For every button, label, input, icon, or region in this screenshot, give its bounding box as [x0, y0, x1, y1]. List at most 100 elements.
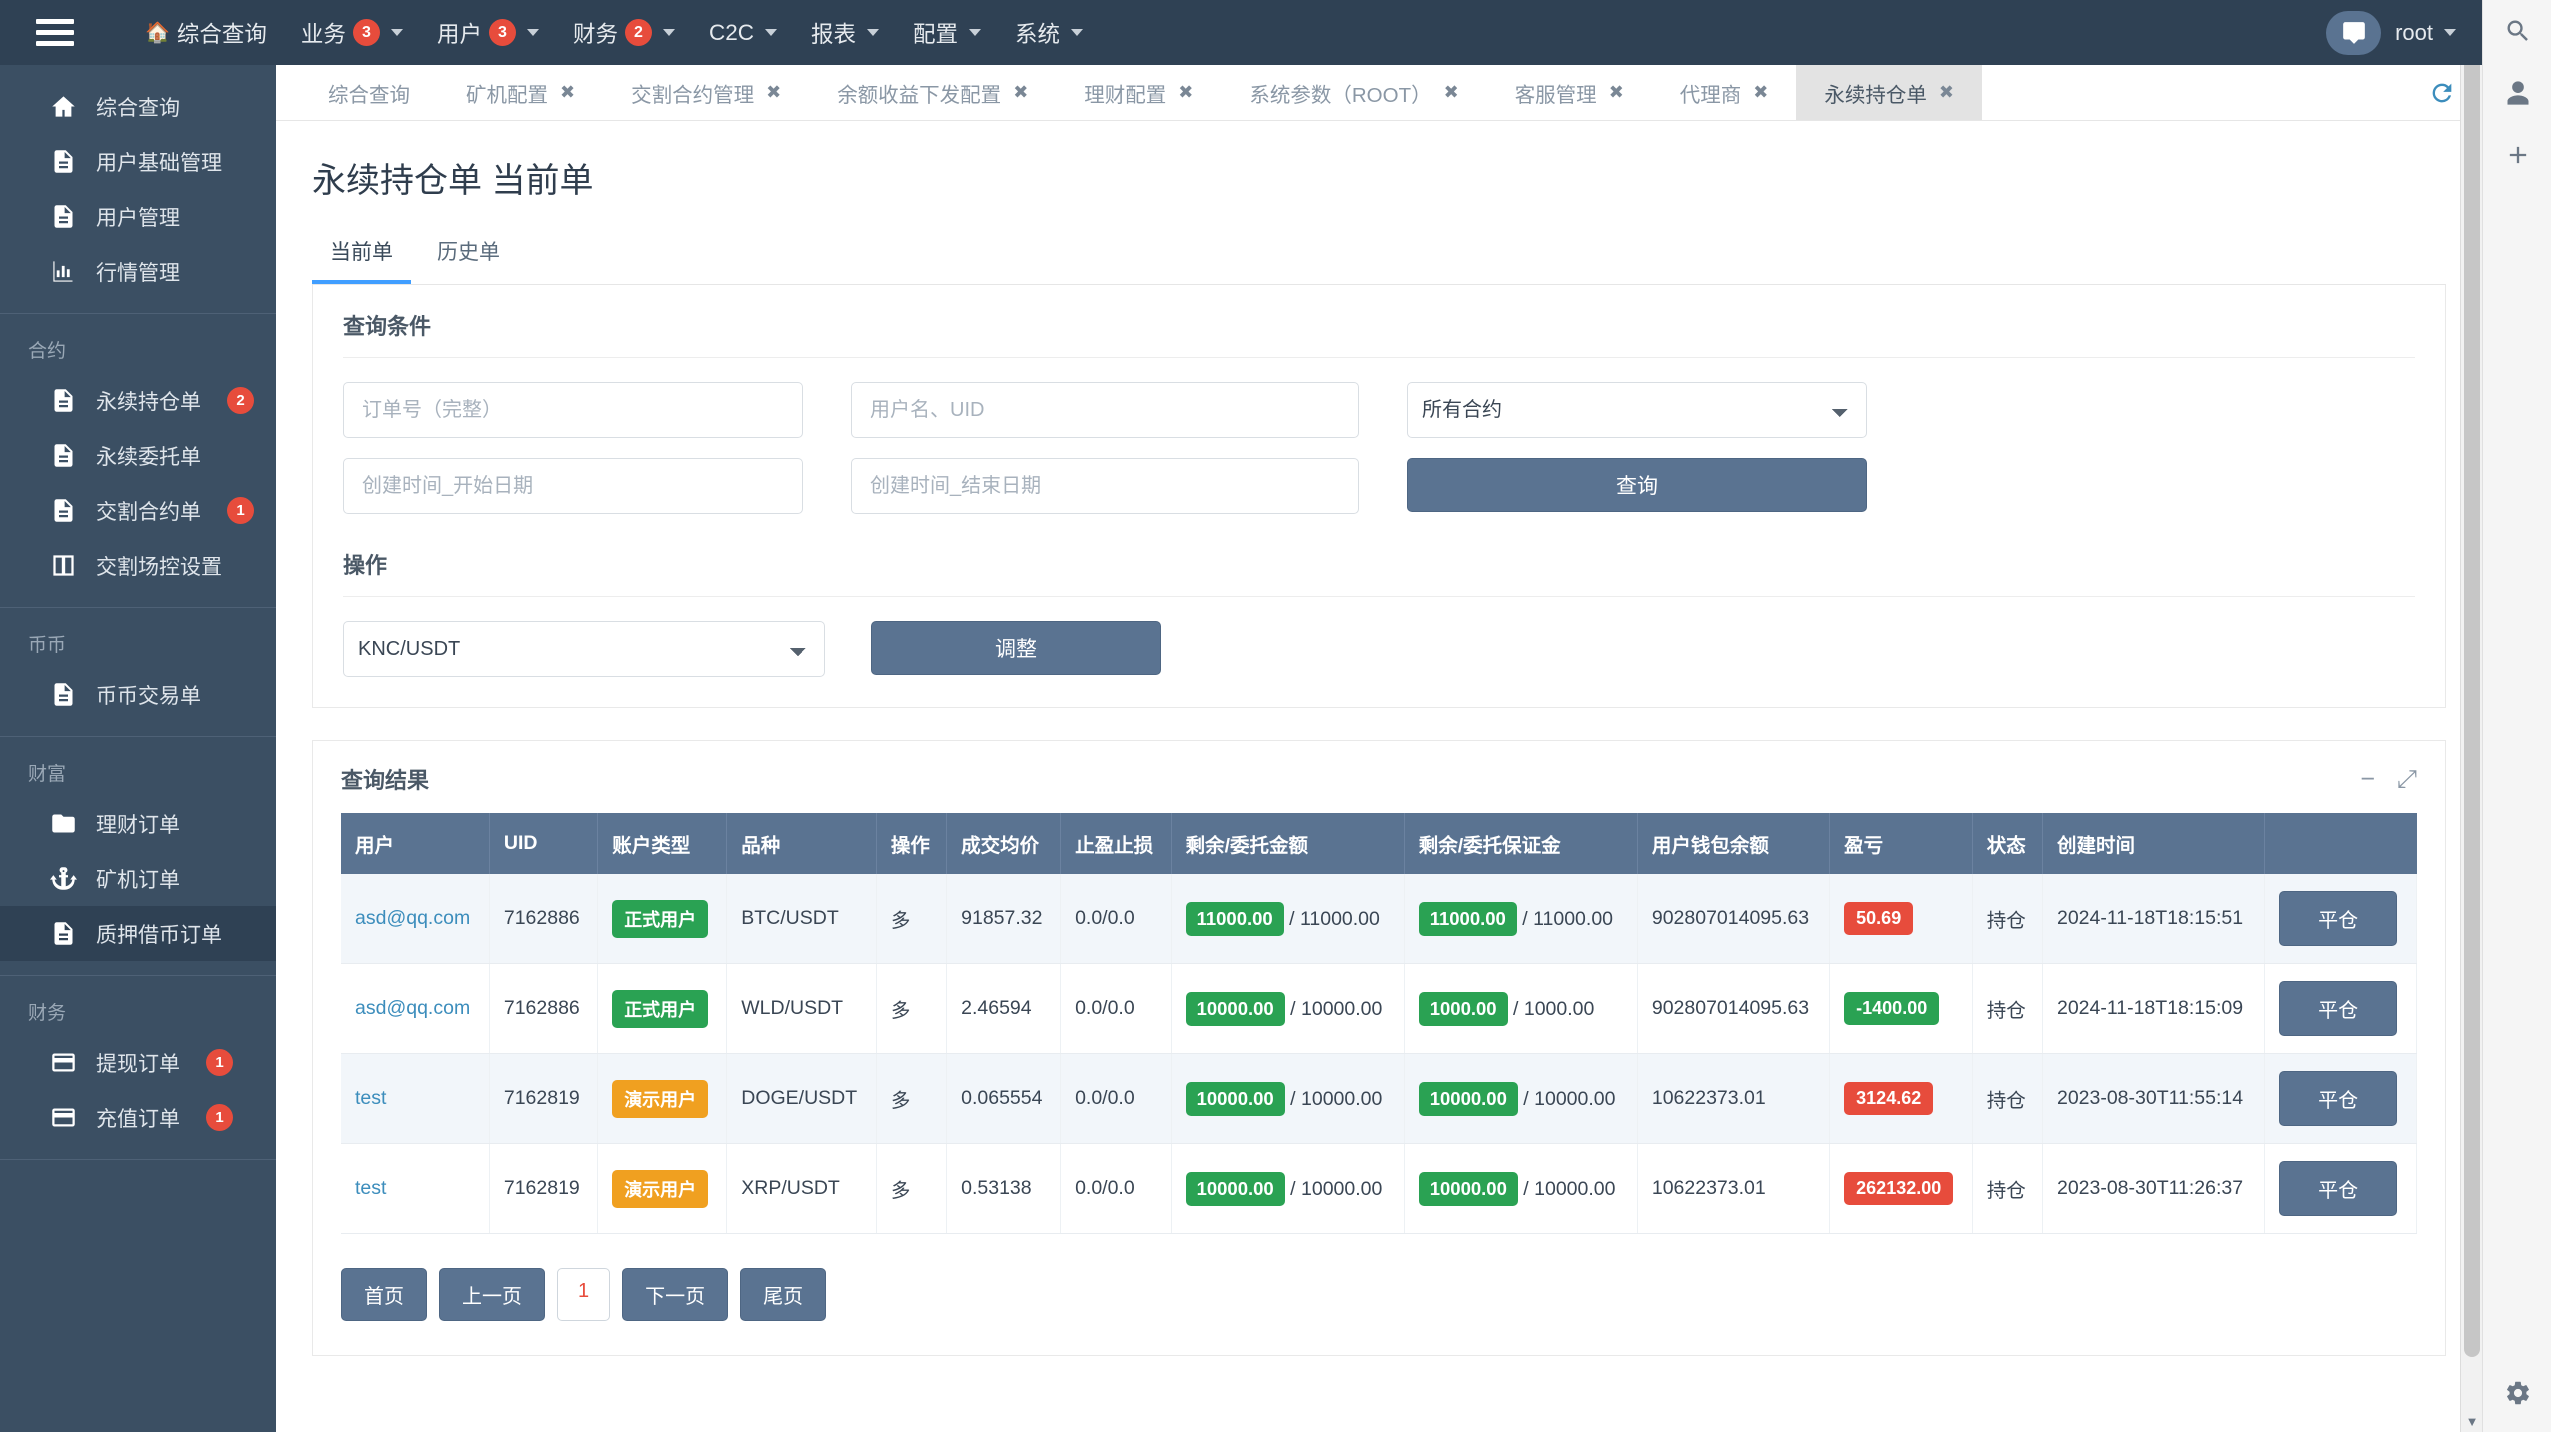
results-header: 查询结果 − ⤢ — [341, 763, 2417, 795]
margin-left: 1000.00 — [1418, 991, 1508, 1026]
sidebar-item-4-0[interactable]: 提现订单 1 — [0, 1035, 276, 1090]
nav-item-6[interactable]: 配置 — [896, 0, 998, 65]
close-position-button[interactable]: 平仓 — [2279, 891, 2398, 946]
sidebar-item-3-0[interactable]: 理财订单 — [0, 796, 276, 851]
tab-2[interactable]: 交割合约管理 ✖ — [603, 65, 809, 120]
user-link[interactable]: test — [355, 1177, 386, 1199]
prev-page-button[interactable]: 上一页 — [439, 1268, 545, 1321]
rail-settings-button[interactable] — [2483, 1362, 2551, 1424]
nav-item-4[interactable]: C2C — [692, 0, 794, 65]
minimize-icon[interactable]: − — [2360, 766, 2375, 792]
rail-search-button[interactable] — [2483, 0, 2551, 62]
tab-bar: 综合查询 矿机配置 ✖ 交割合约管理 ✖ 余额收益下发配置 ✖ 理财配置 ✖ 系统参数（ROOT）… — [276, 65, 2482, 121]
close-position-button[interactable]: 平仓 — [2279, 1071, 2398, 1126]
scroll-down-arrow[interactable]: ▼ — [2461, 1410, 2483, 1432]
refresh-icon — [2432, 83, 2452, 102]
close-icon[interactable]: ✖ — [766, 82, 781, 103]
margin-total: 11000.00 — [1533, 907, 1614, 930]
nav-item-0[interactable]: 🏠 综合查询 — [128, 0, 284, 65]
tab-1[interactable]: 矿机配置 ✖ — [438, 65, 603, 120]
close-icon[interactable]: ✖ — [1753, 82, 1768, 103]
sidebar-item-1-3[interactable]: 交割场控设置 — [0, 538, 276, 593]
nav-item-5[interactable]: 报表 — [794, 0, 896, 65]
margin-total: 10000.00 — [1534, 1087, 1616, 1110]
folder-icon — [48, 810, 78, 837]
sub-tabs: 当前单 历史单 — [276, 212, 2482, 284]
current-page[interactable]: 1 — [557, 1268, 611, 1321]
start-date-input[interactable] — [343, 458, 803, 514]
sidebar-item-0-1[interactable]: 用户基础管理 — [0, 134, 276, 189]
sidebar-item-3-2[interactable]: 质押借币订单 — [0, 906, 276, 961]
close-icon[interactable]: ✖ — [1609, 82, 1624, 103]
last-page-button[interactable]: 尾页 — [740, 1268, 827, 1321]
tab-3[interactable]: 余额收益下发配置 ✖ — [809, 65, 1056, 120]
symbol-select[interactable]: KNC/USDT — [343, 621, 825, 677]
subtab-1[interactable]: 历史单 — [419, 226, 518, 284]
sidebar-item-0-0[interactable]: 综合查询 — [0, 79, 276, 134]
tab-5[interactable]: 系统参数（ROOT） ✖ — [1221, 65, 1486, 120]
nav-item-3[interactable]: 财务 2 — [556, 0, 692, 65]
user-link[interactable]: asd@qq.com — [355, 997, 470, 1019]
tab-8[interactable]: 永续持仓单 ✖ — [1796, 65, 1982, 120]
close-position-button[interactable]: 平仓 — [2279, 1161, 2398, 1216]
subtab-0[interactable]: 当前单 — [312, 226, 411, 284]
close-position-button[interactable]: 平仓 — [2279, 981, 2398, 1036]
rail-add-button[interactable] — [2483, 124, 2551, 186]
contract-select[interactable]: 所有合约 — [1407, 382, 1867, 438]
user-link[interactable]: asd@qq.com — [355, 907, 470, 929]
nav-item-1[interactable]: 业务 3 — [284, 0, 420, 65]
cell-user: test — [341, 1143, 490, 1234]
sidebar-item-badge: 1 — [227, 497, 254, 524]
cell-user: asd@qq.com — [341, 963, 490, 1054]
close-icon[interactable]: ✖ — [1444, 82, 1459, 103]
nav-item-label: C2C — [708, 19, 754, 45]
sidebar-item-1-2[interactable]: 交割合约单 1 — [0, 483, 276, 538]
sidebar[interactable]: 综合查询 用户基础管理 用户管理 行情管理 合约 永续持仓单 2 永续委托单 交割合约单 1 交割场… — [0, 65, 276, 1432]
rail-user-button[interactable] — [2483, 62, 2551, 124]
sidebar-item-1-1[interactable]: 永续委托单 — [0, 428, 276, 483]
app-root: 🏠 综合查询 业务 3 用户 3 财务 2 C2C 报表 配置 系统 root 综合查询 用户基础管理用… — [0, 0, 2551, 1432]
chevron-down-icon — [526, 29, 539, 36]
sidebar-item-0-3[interactable]: 行情管理 — [0, 244, 276, 299]
tab-4[interactable]: 理财配置 ✖ — [1056, 65, 1221, 120]
order-no-input[interactable] — [343, 382, 803, 438]
sidebar-item-1-0[interactable]: 永续持仓单 2 — [0, 373, 276, 428]
close-icon[interactable]: ✖ — [1013, 82, 1028, 103]
close-icon[interactable]: ✖ — [560, 82, 575, 103]
first-page-button[interactable]: 首页 — [341, 1268, 427, 1321]
top-navbar: 🏠 综合查询 业务 3 用户 3 财务 2 C2C 报表 配置 系统 root — [0, 0, 2482, 65]
user-search-input[interactable] — [851, 382, 1359, 438]
close-icon[interactable]: ✖ — [1939, 82, 1954, 103]
cell-tp-sl: 0.0/0.0 — [1060, 963, 1172, 1054]
end-date-input[interactable] — [851, 458, 1359, 514]
sidebar-item-4-1[interactable]: 充值订单 1 — [0, 1090, 276, 1145]
cell-symbol: BTC/USDT — [726, 874, 877, 964]
chat-icon[interactable] — [2326, 10, 2382, 55]
sidebar-item-0-2[interactable]: 用户管理 — [0, 189, 276, 244]
home-icon — [51, 96, 75, 117]
query-button[interactable]: 查询 — [1407, 458, 1867, 512]
nav-item-label: 财务 — [572, 21, 618, 47]
close-icon[interactable]: ✖ — [1178, 82, 1193, 103]
user-menu[interactable]: root — [2395, 20, 2456, 46]
tab-list: 综合查询 矿机配置 ✖ 交割合约管理 ✖ 余额收益下发配置 ✖ 理财配置 ✖ 系统参数（ROOT）… — [300, 65, 1982, 120]
sidebar-item-3-1[interactable]: 矿机订单 — [0, 851, 276, 906]
cell-wallet-balance: 902807014095.63 — [1637, 963, 1831, 1054]
scroll-thumb[interactable] — [2464, 22, 2480, 1357]
nav-item-label: 系统 — [1015, 21, 1061, 47]
next-page-button[interactable]: 下一页 — [622, 1268, 729, 1321]
tab-7[interactable]: 代理商 ✖ — [1652, 65, 1797, 120]
tab-6[interactable]: 客服管理 ✖ — [1487, 65, 1652, 120]
vertical-scrollbar[interactable]: ▲ ▼ — [2460, 0, 2482, 1432]
sidebar-item-2-0[interactable]: 币币交易单 — [0, 667, 276, 722]
sidebar-toggle-button[interactable] — [0, 0, 110, 65]
nav-item-2[interactable]: 用户 3 — [420, 0, 556, 65]
adjust-button[interactable]: 调整 — [871, 621, 1161, 675]
chevron-down-icon — [2444, 29, 2456, 36]
navbar-right: root — [2326, 10, 2482, 55]
nav-item-7[interactable]: 系统 — [998, 0, 1100, 65]
tab-0[interactable]: 综合查询 — [300, 65, 438, 120]
expand-icon[interactable]: ⤢ — [2397, 766, 2417, 792]
user-link[interactable]: test — [355, 1087, 386, 1109]
sidebar-group-0: 综合查询 用户基础管理 用户管理 行情管理 — [0, 65, 276, 314]
